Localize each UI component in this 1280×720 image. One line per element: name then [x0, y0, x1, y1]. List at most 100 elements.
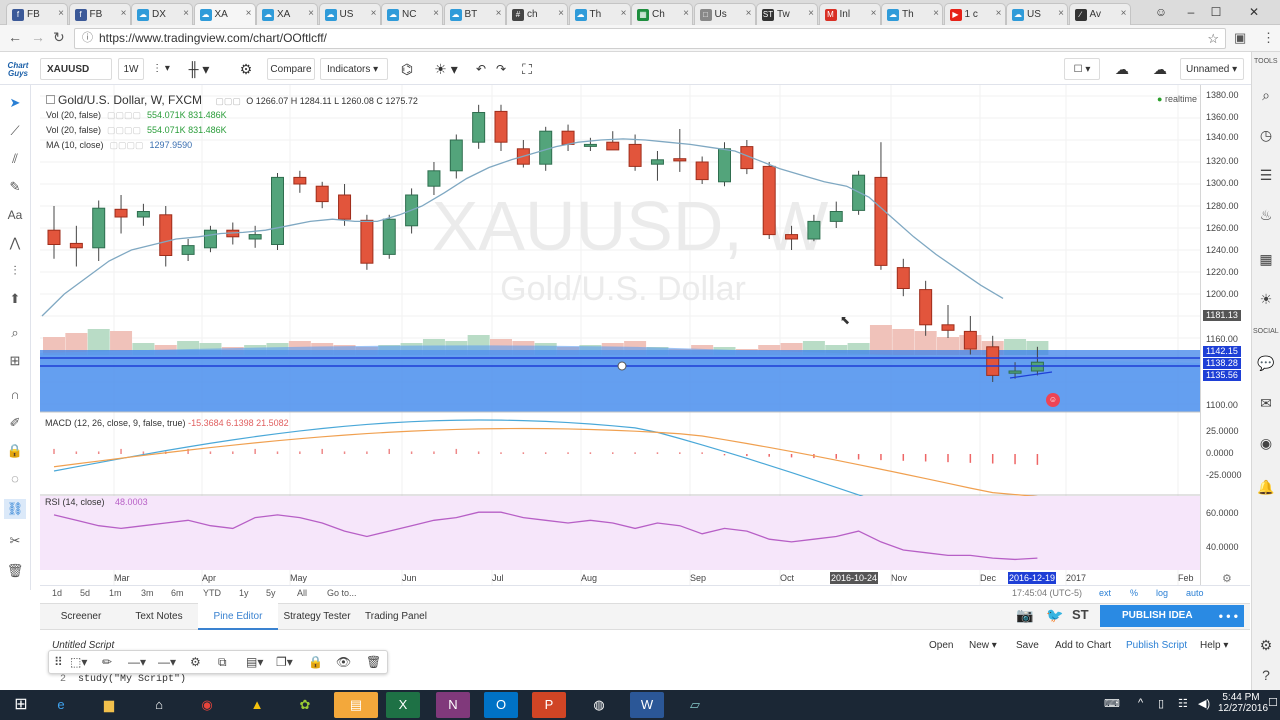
- browser-tab[interactable]: ST Tw ×: [756, 3, 818, 25]
- volume-icon[interactable]: ◀): [1198, 697, 1210, 710]
- drag-handle-icon[interactable]: ⠿: [54, 655, 63, 669]
- word-icon[interactable]: W: [630, 692, 664, 718]
- earnings-icon[interactable]: ☺: [1046, 393, 1060, 407]
- messages-icon[interactable]: ✉: [1255, 392, 1277, 414]
- tab-close-icon[interactable]: ×: [621, 8, 627, 19]
- editor-action[interactable]: New ▾: [969, 640, 997, 651]
- chrome-menu-icon[interactable]: ⋮: [1262, 30, 1275, 46]
- bottom-tab[interactable]: Text Notes: [130, 603, 188, 630]
- interval-button[interactable]: 1W: [118, 58, 144, 80]
- tab-close-icon[interactable]: ×: [433, 8, 439, 19]
- layers-icon[interactable]: ▤▾: [246, 655, 263, 669]
- trash-icon[interactable]: 🗑: [4, 561, 26, 581]
- browser-tab[interactable]: # ch ×: [506, 3, 568, 25]
- editor-action[interactable]: Save: [1016, 640, 1039, 651]
- tab-close-icon[interactable]: ×: [121, 8, 127, 19]
- fire-icon[interactable]: ♨: [1255, 204, 1277, 226]
- notification-bell-icon[interactable]: 🔔: [1255, 476, 1277, 498]
- arrow-up-icon[interactable]: ⬆: [4, 289, 26, 309]
- cloud-load-icon[interactable]: ☁: [1108, 58, 1136, 80]
- obs-icon[interactable]: ◍: [582, 692, 616, 718]
- edge-icon[interactable]: e: [44, 692, 78, 718]
- trend-line-icon[interactable]: ⟋: [4, 121, 26, 141]
- help-icon[interactable]: ?: [1255, 664, 1277, 686]
- browser-tab[interactable]: M Inl ×: [818, 3, 881, 25]
- tab-close-icon[interactable]: ×: [183, 8, 189, 19]
- tab-close-icon[interactable]: ×: [996, 8, 1002, 19]
- range-button[interactable]: Go to...: [327, 588, 357, 598]
- chat-icon[interactable]: 💬: [1255, 352, 1277, 374]
- drive-icon[interactable]: ▲: [240, 692, 274, 718]
- macd-legend[interactable]: MACD (12, 26, close, 9, false, true) -15…: [45, 418, 289, 428]
- settings-icon[interactable]: ⚙: [1255, 634, 1277, 656]
- compare-button[interactable]: Compare: [267, 58, 315, 80]
- zoom-icon[interactable]: ⌕: [4, 323, 26, 343]
- range-button[interactable]: 1m: [109, 588, 122, 598]
- tray-chevron-icon[interactable]: ^: [1138, 697, 1143, 709]
- select-area-icon[interactable]: ⬚▾: [70, 655, 87, 669]
- bottom-tab[interactable]: Strategy Tester: [278, 603, 356, 630]
- file-explorer-icon[interactable]: ▆: [92, 692, 126, 718]
- reload-icon[interactable]: ↻: [53, 29, 65, 46]
- browser-tab[interactable]: ☁ Th ×: [881, 3, 943, 25]
- keyboard-icon[interactable]: ⌨: [1104, 697, 1120, 710]
- tab-close-icon[interactable]: ×: [558, 8, 564, 19]
- browser-tab[interactable]: ☁ Th ×: [568, 3, 631, 25]
- visibility-eye-icon[interactable]: 👁: [336, 655, 351, 669]
- scale-option[interactable]: ext: [1099, 588, 1111, 598]
- tab-close-icon[interactable]: ×: [933, 8, 939, 19]
- alert-icon[interactable]: ⌬: [396, 58, 418, 80]
- scale-option[interactable]: auto: [1186, 588, 1204, 598]
- browser-tab[interactable]: ☁ US ×: [1006, 3, 1068, 25]
- lock-icon[interactable]: 🔒: [4, 441, 26, 461]
- undo-icon[interactable]: ↶: [472, 58, 490, 80]
- prediction-icon[interactable]: ⫶: [4, 261, 26, 281]
- home-icon[interactable]: ⌂: [142, 692, 176, 718]
- action-center-icon[interactable]: ☐: [1268, 696, 1278, 709]
- code-line[interactable]: study("My Script"): [78, 674, 186, 685]
- pattern-icon[interactable]: ⋀: [4, 233, 26, 253]
- line-style-icon[interactable]: ―▾: [128, 655, 146, 669]
- settings-gear-icon[interactable]: ⚙: [234, 58, 258, 80]
- tab-close-icon[interactable]: ×: [808, 8, 814, 19]
- indicator-legend[interactable]: MA (10, close) ▢▢▢▢ 1297.9590: [46, 140, 192, 151]
- range-button[interactable]: 5y: [266, 588, 276, 598]
- excel-icon[interactable]: X: [386, 692, 420, 718]
- more-icon[interactable]: • • •: [1219, 605, 1238, 627]
- list-icon[interactable]: ☰: [1255, 164, 1277, 186]
- legend-buttons-icon[interactable]: ▢▢▢: [215, 96, 241, 106]
- minimize-button[interactable]: –: [1180, 3, 1202, 21]
- browser-tab[interactable]: f FB ×: [68, 3, 131, 25]
- layout-select-icon[interactable]: ☐ ▾: [1064, 58, 1100, 80]
- range-button[interactable]: 5d: [80, 588, 90, 598]
- notes-icon[interactable]: ▱: [678, 692, 712, 718]
- taskbar-clock[interactable]: 5:44 PM 12/27/2016: [1218, 692, 1268, 714]
- maximize-button[interactable]: ☐: [1205, 3, 1227, 21]
- indicator-legend[interactable]: Vol (20, false) ▢▢▢▢ 554.071K 831.486K: [46, 110, 227, 121]
- brush-icon[interactable]: ✎: [4, 177, 26, 197]
- chart-area[interactable]: XAUUSD, W Gold/U.S. Dollar: [40, 85, 1200, 585]
- calendar-icon[interactable]: ▦: [1255, 248, 1277, 270]
- editor-action[interactable]: Add to Chart: [1055, 640, 1111, 651]
- browser-tab[interactable]: f FB ×: [6, 3, 68, 25]
- tab-close-icon[interactable]: ×: [1121, 8, 1127, 19]
- remove-tools-icon[interactable]: ✂: [4, 531, 26, 551]
- browser-tab[interactable]: ☁ BT ×: [443, 3, 506, 25]
- cursor-icon[interactable]: ➤: [4, 93, 26, 113]
- delete-drawing-icon[interactable]: 🗑: [366, 655, 381, 669]
- browser-tab[interactable]: ☁ NC ×: [381, 3, 443, 25]
- pencil-lock-icon[interactable]: ✐: [4, 413, 26, 433]
- range-button[interactable]: 6m: [171, 588, 184, 598]
- tab-close-icon[interactable]: ×: [746, 8, 752, 19]
- link-icon[interactable]: ⛓: [4, 499, 26, 519]
- app-icon[interactable]: ✿: [288, 692, 322, 718]
- tab-close-icon[interactable]: ×: [1058, 8, 1064, 19]
- color-pen-icon[interactable]: ✏: [102, 655, 112, 669]
- back-icon[interactable]: ←: [8, 29, 22, 45]
- stocktwits-button[interactable]: ST: [1072, 607, 1089, 622]
- cloud-save-icon[interactable]: ☁: [1146, 58, 1174, 80]
- windows-start-icon[interactable]: ⊞: [4, 692, 38, 718]
- hide-icon[interactable]: ◌: [4, 469, 26, 489]
- fib-tool-icon[interactable]: ⫽: [4, 149, 26, 169]
- legend-buttons-icon[interactable]: ▢▢▢▢: [107, 110, 141, 120]
